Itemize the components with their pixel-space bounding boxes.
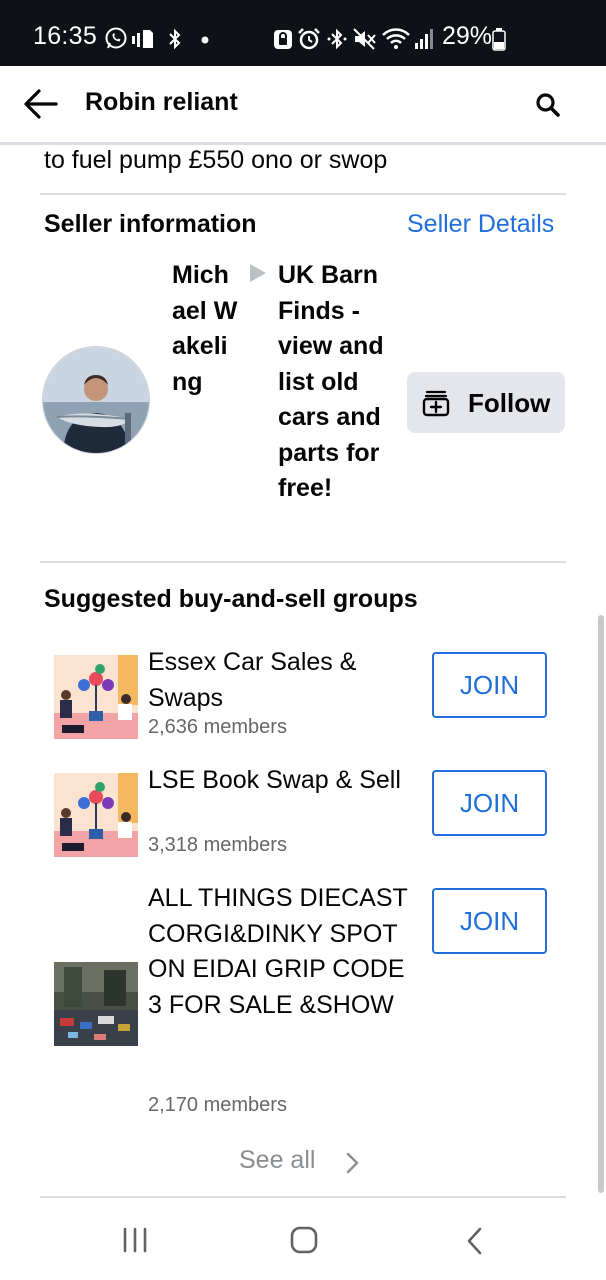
group-thumbnail[interactable]	[54, 773, 138, 857]
divider	[40, 561, 566, 563]
group-members: 3,318 members	[148, 834, 287, 856]
group-name[interactable]: Essex Car Sales & Swaps	[148, 645, 408, 716]
divider	[40, 1196, 566, 1198]
system-nav-bar	[0, 1200, 606, 1280]
alarm-icon	[298, 28, 320, 50]
bluetooth-icon	[169, 28, 181, 50]
search-icon[interactable]	[533, 90, 563, 120]
suggested-groups-heading: Suggested buy-and-sell groups	[44, 585, 418, 613]
bluetooth-connected-icon	[327, 28, 347, 50]
listing-description: to fuel pump £550 ono or swop	[44, 146, 388, 174]
chevron-right-icon[interactable]	[345, 1151, 361, 1175]
back-arrow-icon[interactable]	[22, 86, 60, 122]
seller-info-heading: Seller information	[44, 210, 257, 238]
follow-button[interactable]: Follow	[407, 372, 565, 433]
battery-level: 29%	[442, 22, 493, 50]
wifi-icon	[382, 28, 410, 49]
battery-icon	[492, 28, 506, 51]
status-bar: 16:35 29%	[0, 0, 606, 66]
avatar-photo	[43, 347, 149, 453]
join-button[interactable]: JOIN	[432, 888, 547, 954]
group-illustration	[54, 773, 138, 857]
group-photo	[54, 962, 138, 1046]
divider	[40, 193, 566, 195]
top-app-bar: Robin reliant	[0, 66, 606, 145]
sim-card-icon	[132, 30, 153, 48]
follow-icon	[422, 390, 450, 417]
nav-back-icon[interactable]	[463, 1226, 487, 1256]
group-name[interactable]: LSE Book Swap & Sell	[148, 763, 408, 799]
page-title: Robin reliant	[85, 88, 238, 116]
group-name[interactable]: ALL THINGS DIECAST CORGI&DINKY SPOT ON E…	[148, 881, 408, 1023]
recent-apps-icon[interactable]	[120, 1226, 150, 1254]
group-members: 2,636 members	[148, 716, 287, 738]
signal-icon	[415, 29, 433, 49]
scrollbar[interactable]	[598, 615, 604, 1193]
join-button[interactable]: JOIN	[432, 652, 547, 718]
caret-right-icon	[250, 264, 266, 282]
seller-group-name[interactable]: UK Barn Finds - view and list old cars a…	[278, 258, 390, 507]
mute-icon	[353, 28, 376, 50]
group-thumbnail[interactable]	[54, 655, 138, 739]
seller-avatar[interactable]	[42, 346, 150, 454]
group-illustration	[54, 655, 138, 739]
lock-icon	[274, 30, 292, 49]
notification-dot-icon	[201, 36, 209, 44]
see-all-link[interactable]: See all	[239, 1146, 315, 1175]
follow-label: Follow	[468, 388, 551, 418]
seller-name[interactable]: Michael Wakeling	[172, 258, 238, 400]
join-button[interactable]: JOIN	[432, 770, 547, 836]
seller-details-link[interactable]: Seller Details	[407, 210, 554, 239]
group-thumbnail[interactable]	[54, 962, 138, 1046]
home-icon[interactable]	[289, 1225, 319, 1255]
status-time: 16:35	[33, 22, 98, 50]
whatsapp-icon	[105, 27, 127, 49]
group-members: 2,170 members	[148, 1094, 287, 1116]
